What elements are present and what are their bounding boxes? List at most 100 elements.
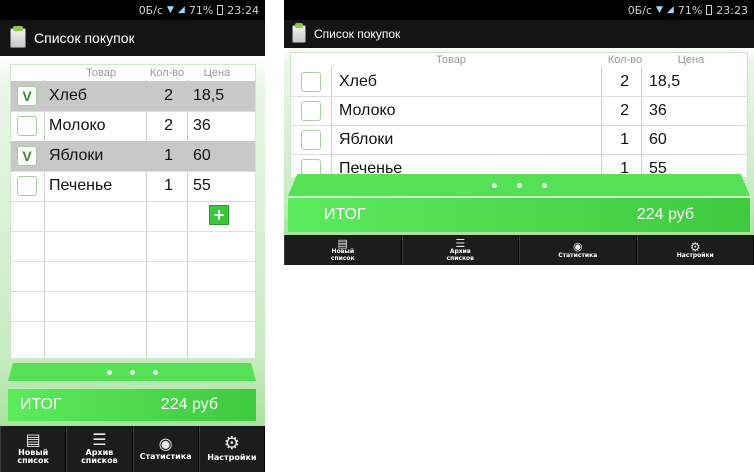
settings-label: Настройки (207, 453, 257, 463)
item-qty: 2 (164, 117, 173, 134)
wifi-icon: ▼ (656, 5, 663, 15)
item-name: Хлеб (49, 87, 87, 104)
statistics-label: Статистика (139, 452, 192, 462)
drag-handle[interactable] (288, 174, 750, 196)
battery-icon (706, 5, 713, 15)
statistics-button[interactable]: ◉ Статистика (519, 235, 637, 265)
archive-label-2: списков (446, 254, 474, 262)
network-speed: 0Б/с (138, 3, 163, 17)
item-qty: 2 (620, 72, 629, 90)
content-area: Товар Кол-во Цена Хлеб 2 18,5 Молоко 2 3… (284, 48, 754, 235)
drag-handle[interactable] (8, 363, 256, 381)
item-qty: 1 (164, 177, 173, 194)
grid-line (11, 291, 255, 292)
status-bar: 0Б/с ▼ ◢ 71% 23:23 (284, 0, 754, 20)
item-checkbox[interactable] (17, 116, 37, 136)
item-name: Печенье (49, 177, 113, 194)
battery-percent: 71% (677, 3, 703, 17)
shopping-table: Товар Кол-во Цена Хлеб 2 18,5 Молоко 2 3… (290, 52, 748, 178)
item-name: Молоко (49, 117, 106, 134)
item-price: 36 (193, 117, 211, 134)
item-checkbox[interactable]: V (17, 86, 37, 106)
app-title: Список покупок (34, 30, 135, 46)
list-item[interactable]: V Яблоки 1 60 (11, 141, 255, 172)
settings-label: Настройки (676, 252, 714, 260)
handle-dot (516, 182, 522, 188)
item-name: Хлеб (339, 72, 377, 90)
gears-icon: ⚙ (223, 433, 240, 455)
item-name: Яблоки (49, 147, 104, 164)
item-checkbox[interactable] (17, 176, 37, 196)
new-list-button[interactable]: ▤ Новый список (284, 235, 402, 265)
header-qty: Кол-во (149, 67, 185, 79)
settings-button[interactable]: ⚙ Настройки (198, 426, 265, 472)
new-list-button[interactable]: ▤ Новый список (0, 426, 67, 472)
bottom-toolbar: ▤ Новый список ☰ Архив списков ◉ Статист… (284, 235, 754, 265)
item-checkbox[interactable]: V (17, 146, 37, 166)
item-checkbox[interactable] (301, 100, 321, 121)
clock: 23:24 (227, 3, 259, 17)
title-bar: Список покупок (284, 20, 754, 48)
portrait-screen: 0Б/с ▼ ◢ 71% 23:24 Список покупок Товар … (0, 0, 265, 472)
item-checkbox[interactable] (301, 129, 321, 150)
new-list-label-2: список (330, 254, 355, 262)
item-price: 18,5 (649, 72, 681, 90)
archive-button[interactable]: ☰ Архив списков (66, 426, 133, 472)
signal-icon: ◢ (177, 5, 185, 15)
item-price: 18,5 (193, 87, 225, 104)
total-value: 224 руб (160, 396, 218, 413)
header-qty: Кол-во (607, 54, 643, 66)
archive-label-2: списков (81, 456, 118, 466)
handle-dot (106, 369, 112, 375)
item-checkbox[interactable] (301, 71, 321, 92)
header-price: Цена (203, 67, 231, 79)
handle-dot (541, 182, 547, 188)
new-list-label-2: список (17, 456, 49, 466)
list-item[interactable]: Яблоки 1 60 (291, 125, 747, 155)
signal-icon: ◢ (666, 5, 674, 15)
item-price: 60 (193, 147, 211, 164)
archive-button[interactable]: ☰ Архив списков (401, 235, 519, 265)
item-qty: 2 (620, 101, 629, 119)
battery-percent: 71% (188, 3, 214, 17)
list-item[interactable]: Молоко 2 36 (11, 111, 255, 142)
item-name: Молоко (339, 101, 396, 119)
stats-person-icon: ◉ (572, 240, 583, 254)
document-icon: ▤ (25, 430, 41, 450)
header-item: Товар (436, 54, 466, 66)
item-qty: 1 (164, 147, 173, 164)
add-item-button[interactable]: + (209, 205, 229, 225)
archive-stack-icon: ☰ (92, 430, 107, 450)
statistics-label: Статистика (558, 251, 598, 259)
handle-dot (129, 369, 135, 375)
stats-person-icon: ◉ (158, 434, 173, 454)
content-area: Товар Кол-во Цена V Хлеб 2 18,5 Молоко 2… (0, 56, 265, 426)
landscape-screen: 0Б/с ▼ ◢ 71% 23:23 Список покупок Товар … (284, 0, 754, 265)
network-speed: 0Б/с (627, 3, 652, 17)
shopping-table: Товар Кол-во Цена V Хлеб 2 18,5 Молоко 2… (10, 64, 256, 359)
total-label: ИТОГ (324, 206, 366, 223)
list-item[interactable]: V Хлеб 2 18,5 (11, 81, 255, 112)
app-icon (292, 23, 306, 43)
statistics-button[interactable]: ◉ Статистика (132, 426, 199, 472)
battery-icon (217, 5, 224, 15)
bottom-toolbar: ▤ Новый список ☰ Архив списков ◉ Статист… (0, 426, 265, 472)
status-bar: 0Б/с ▼ ◢ 71% 23:24 (0, 0, 265, 20)
clock: 23:23 (716, 3, 748, 17)
app-title: Список покупок (314, 27, 401, 41)
header-item: Товар (86, 67, 116, 79)
list-item[interactable]: Хлеб 2 18,5 (291, 67, 747, 97)
list-item[interactable]: Молоко 2 36 (291, 96, 747, 126)
list-item[interactable]: Печенье 1 55 (11, 171, 255, 202)
app-icon (10, 26, 26, 48)
title-bar: Список покупок (0, 20, 265, 56)
total-bar: ИТОГ 224 руб (8, 389, 256, 421)
settings-button[interactable]: ⚙ Настройки (636, 235, 754, 265)
wifi-icon: ▼ (167, 5, 174, 15)
grid-line (11, 261, 255, 262)
handle-dot (152, 369, 158, 375)
header-price: Цена (677, 54, 705, 66)
item-price: 36 (649, 101, 667, 119)
item-price: 55 (193, 177, 211, 194)
total-bar: ИТОГ 224 руб (288, 198, 750, 232)
